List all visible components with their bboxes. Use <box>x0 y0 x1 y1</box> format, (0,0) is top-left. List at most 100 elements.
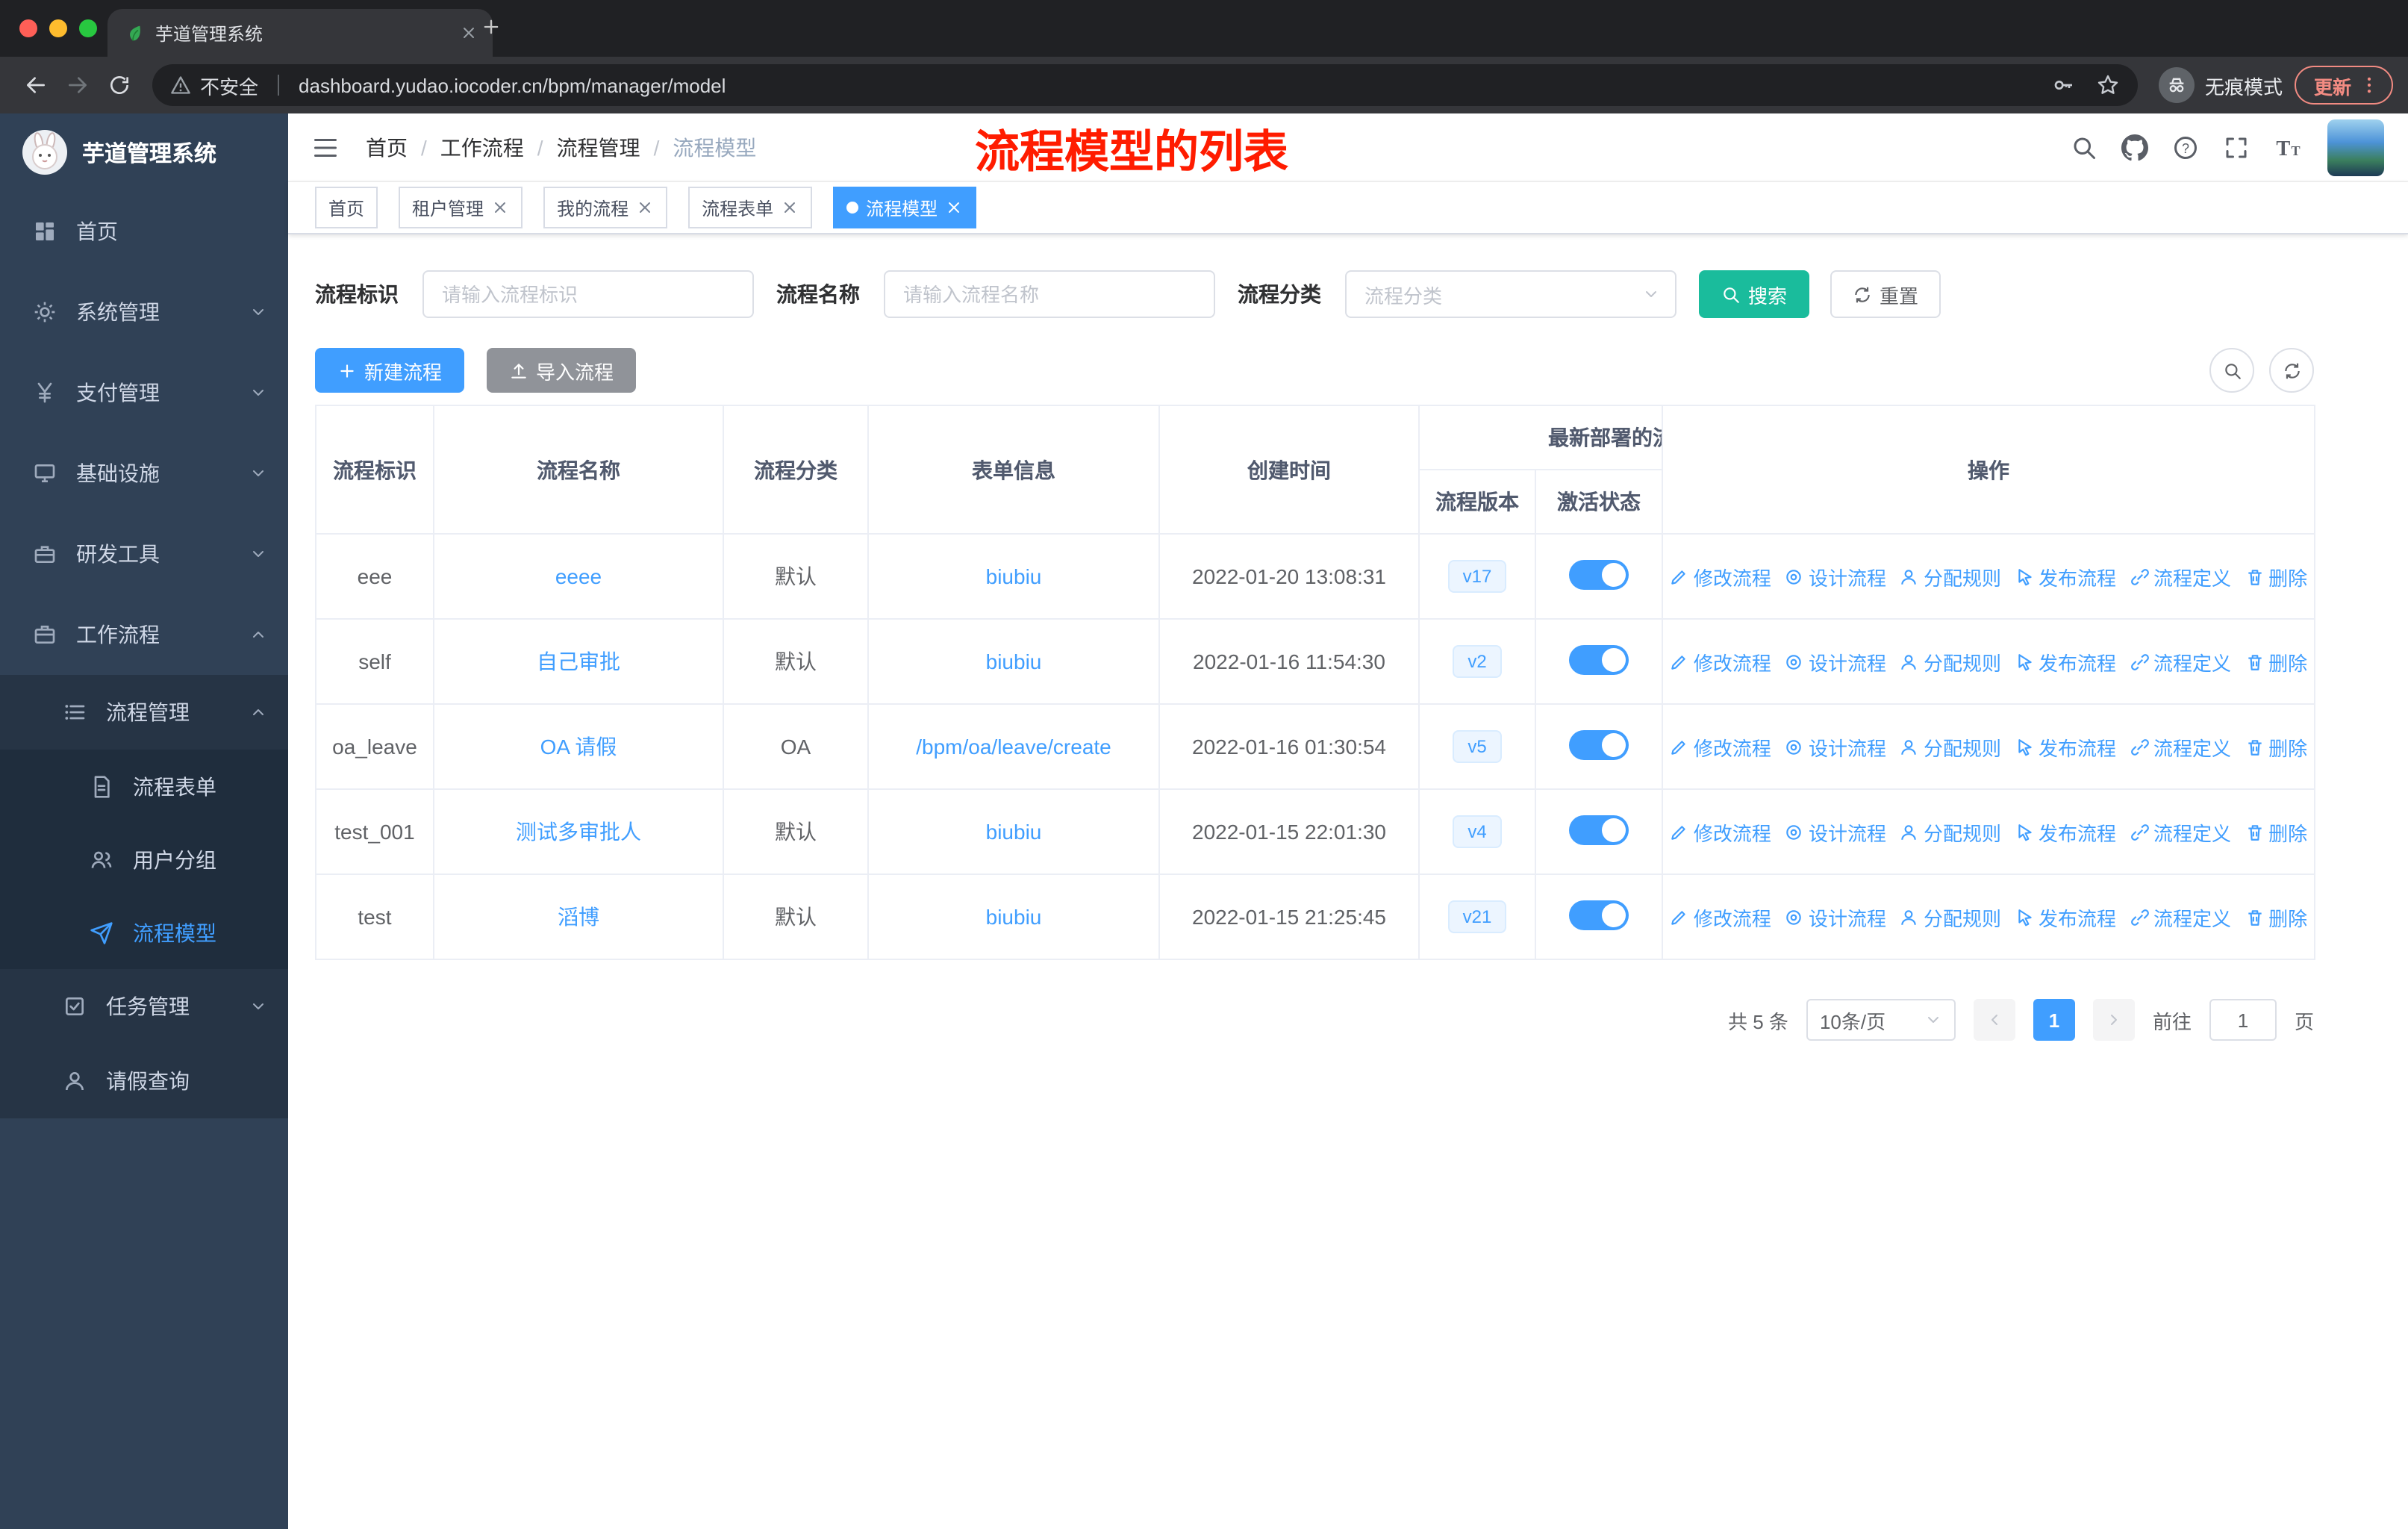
tag-process-form[interactable]: 流程表单 <box>688 187 813 228</box>
sidebar-item-infrastructure[interactable]: 基础设施 <box>0 433 288 514</box>
close-icon[interactable] <box>636 199 654 217</box>
op-delete[interactable]: 删除 <box>2245 647 2307 676</box>
process-id-input[interactable] <box>422 270 754 318</box>
font-size-icon[interactable] <box>2274 132 2303 162</box>
process-name-link[interactable]: 自己审批 <box>537 650 620 673</box>
sidebar-item-process-form[interactable]: 流程表单 <box>0 750 288 823</box>
active-switch[interactable] <box>1569 815 1629 844</box>
import-process-button[interactable]: 导入流程 <box>487 348 637 393</box>
op-modify-process[interactable]: 修改流程 <box>1670 818 1771 846</box>
goto-page-input[interactable] <box>2209 999 2277 1041</box>
sidebar-item-process-model[interactable]: 流程模型 <box>0 896 288 969</box>
back-button[interactable] <box>15 64 57 106</box>
close-icon[interactable] <box>781 199 799 217</box>
op-assign-rule[interactable]: 分配规则 <box>1900 562 2001 591</box>
sidebar-item-devtools[interactable]: 研发工具 <box>0 514 288 594</box>
op-design-process[interactable]: 设计流程 <box>1785 903 1886 931</box>
process-name-link[interactable]: 滔博 <box>558 905 599 929</box>
sidebar-item-payment[interactable]: 支付管理 <box>0 352 288 433</box>
op-modify-process[interactable]: 修改流程 <box>1670 903 1771 931</box>
tag-home[interactable]: 首页 <box>315 187 378 228</box>
avatar[interactable] <box>2327 119 2384 175</box>
breadcrumb-workflow[interactable]: 工作流程 <box>440 132 524 162</box>
current-page-button[interactable]: 1 <box>2033 999 2075 1041</box>
op-modify-process[interactable]: 修改流程 <box>1670 562 1771 591</box>
op-process-definition[interactable]: 流程定义 <box>2130 903 2231 931</box>
op-design-process[interactable]: 设计流程 <box>1785 818 1886 846</box>
op-design-process[interactable]: 设计流程 <box>1785 732 1886 761</box>
reset-button[interactable]: 重置 <box>1830 270 1941 318</box>
op-modify-process[interactable]: 修改流程 <box>1670 647 1771 676</box>
active-switch[interactable] <box>1569 644 1629 674</box>
question-icon[interactable] <box>2172 134 2199 161</box>
github-icon[interactable] <box>2121 134 2148 161</box>
op-publish-process[interactable]: 发布流程 <box>2015 647 2116 676</box>
op-delete[interactable]: 删除 <box>2245 732 2307 761</box>
zoom-window-button[interactable] <box>79 19 97 37</box>
fullscreen-icon[interactable] <box>2223 134 2250 161</box>
tag-my-process[interactable]: 我的流程 <box>543 187 668 228</box>
next-page-button[interactable] <box>2092 999 2135 1041</box>
op-process-definition[interactable]: 流程定义 <box>2130 818 2231 846</box>
browser-update-button[interactable]: 更新 <box>2294 66 2393 105</box>
op-design-process[interactable]: 设计流程 <box>1785 562 1886 591</box>
sidebar-item-leave-query[interactable]: 请假查询 <box>0 1044 288 1118</box>
op-assign-rule[interactable]: 分配规则 <box>1900 647 2001 676</box>
breadcrumb-home[interactable]: 首页 <box>366 132 408 162</box>
close-icon[interactable] <box>945 199 963 217</box>
op-delete[interactable]: 删除 <box>2245 818 2307 846</box>
tag-process-model[interactable]: 流程模型 <box>833 187 977 228</box>
close-tab-icon[interactable] <box>460 24 478 42</box>
sidebar-item-user-group[interactable]: 用户分组 <box>0 823 288 896</box>
op-publish-process[interactable]: 发布流程 <box>2015 903 2116 931</box>
reload-button[interactable] <box>99 64 140 106</box>
refresh-table-button[interactable] <box>2269 348 2314 393</box>
form-info-link[interactable]: biubiu <box>986 650 1042 673</box>
op-assign-rule[interactable]: 分配规则 <box>1900 818 2001 846</box>
form-info-link[interactable]: biubiu <box>986 905 1042 929</box>
active-switch[interactable] <box>1569 900 1629 929</box>
process-name-link[interactable]: OA 请假 <box>540 735 617 759</box>
process-name-link[interactable]: 测试多审批人 <box>516 820 641 844</box>
close-window-button[interactable] <box>19 19 37 37</box>
page-size-select[interactable]: 10条/页 <box>1806 999 1956 1041</box>
forward-button[interactable] <box>57 64 99 106</box>
tag-tenant[interactable]: 租户管理 <box>399 187 523 228</box>
search-icon[interactable] <box>2071 134 2097 161</box>
browser-tab[interactable]: 芋道管理系统 <box>107 9 493 57</box>
op-assign-rule[interactable]: 分配规则 <box>1900 732 2001 761</box>
minimize-window-button[interactable] <box>49 19 67 37</box>
sidebar-item-system[interactable]: 系统管理 <box>0 272 288 352</box>
op-process-definition[interactable]: 流程定义 <box>2130 562 2231 591</box>
sidebar-item-home[interactable]: 首页 <box>0 191 288 272</box>
hamburger-icon[interactable] <box>312 134 339 161</box>
form-info-link[interactable]: biubiu <box>986 564 1042 588</box>
sidebar-item-process-management[interactable]: 流程管理 <box>0 675 288 750</box>
process-category-select[interactable]: 流程分类 <box>1345 270 1676 318</box>
browser-menu-icon[interactable] <box>2359 75 2380 96</box>
op-ass(ign-rule[interactable]: 分配规则 <box>1900 903 2001 931</box>
op-process-definition[interactable]: 流程定义 <box>2130 732 2231 761</box>
op-delete[interactable]: 删除 <box>2245 903 2307 931</box>
address-bar[interactable]: 不安全 dashboard.yudao.iocoder.cn/bpm/manag… <box>152 64 2138 106</box>
process-name-link[interactable]: eeee <box>555 564 602 588</box>
op-publish-process[interactable]: 发布流程 <box>2015 562 2116 591</box>
op-process-definition[interactable]: 流程定义 <box>2130 647 2231 676</box>
close-icon[interactable] <box>491 199 509 217</box>
sidebar-item-task-management[interactable]: 任务管理 <box>0 969 288 1044</box>
toggle-search-button[interactable] <box>2209 348 2254 393</box>
app-logo[interactable]: 芋道管理系统 <box>0 113 288 191</box>
op-modify-process[interactable]: 修改流程 <box>1670 732 1771 761</box>
active-switch[interactable] <box>1569 729 1629 759</box>
bookmark-star-icon[interactable] <box>2096 73 2120 97</box>
form-info-link[interactable]: /bpm/oa/leave/create <box>916 735 1111 759</box>
op-design-process[interactable]: 设计流程 <box>1785 647 1886 676</box>
process-name-input[interactable] <box>884 270 1215 318</box>
security-label[interactable]: 不安全 <box>200 71 258 99</box>
breadcrumb-process-management[interactable]: 流程管理 <box>557 132 640 162</box>
search-button[interactable]: 搜索 <box>1699 270 1810 318</box>
op-delete[interactable]: 删除 <box>2245 562 2307 591</box>
op-publish-process[interactable]: 发布流程 <box>2015 732 2116 761</box>
form-info-link[interactable]: biubiu <box>986 820 1042 844</box>
active-switch[interactable] <box>1569 559 1629 589</box>
